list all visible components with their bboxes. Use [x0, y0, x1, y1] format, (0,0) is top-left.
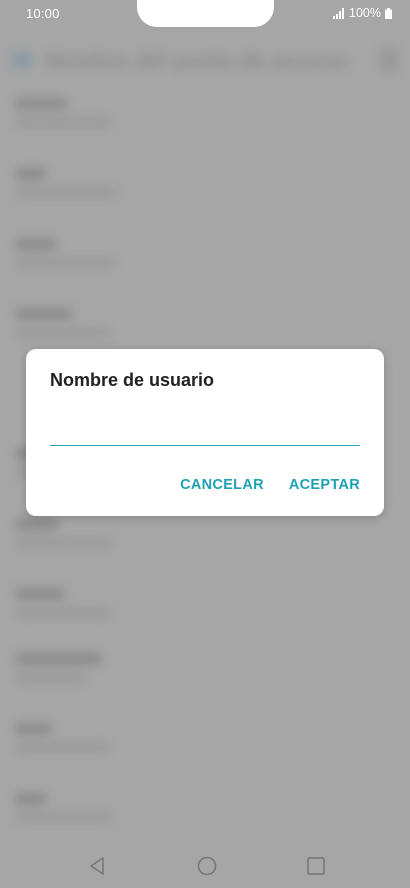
dialog-title: Nombre de usuario: [50, 370, 215, 390]
navigation-bar: [0, 844, 410, 888]
background-toolbar: Nombre del punto de acceso: [6, 42, 404, 78]
accept-button[interactable]: ACEPTAR: [289, 477, 360, 493]
home-icon: [197, 856, 217, 876]
dialog-actions: CANCELAR ACEPTAR: [180, 477, 360, 493]
background-back-icon: [12, 52, 32, 68]
username-dialog: Nombre de usuario CANCELAR ACEPTAR: [26, 349, 384, 516]
camera-notch: [137, 0, 274, 27]
home-button[interactable]: [195, 854, 219, 878]
status-time: 10:00: [26, 6, 60, 21]
battery-icon: [385, 7, 392, 19]
back-icon: [90, 857, 104, 875]
battery-percent: 100%: [349, 6, 381, 20]
status-bar: 10:00 100%: [0, 0, 410, 28]
cancel-button[interactable]: CANCELAR: [180, 477, 264, 493]
background-app-title: Nombre del punto de acceso: [46, 48, 347, 73]
username-input[interactable]: [50, 411, 360, 446]
recent-apps-icon: [307, 857, 325, 875]
background-menu-icon: [380, 48, 398, 72]
signal-icon: [333, 7, 345, 19]
recent-apps-button[interactable]: [304, 854, 328, 878]
status-icons: 100%: [333, 6, 392, 20]
phone-screen: 10:00 100% Nombre del punto de acceso No…: [0, 0, 410, 888]
back-button[interactable]: [86, 854, 110, 878]
